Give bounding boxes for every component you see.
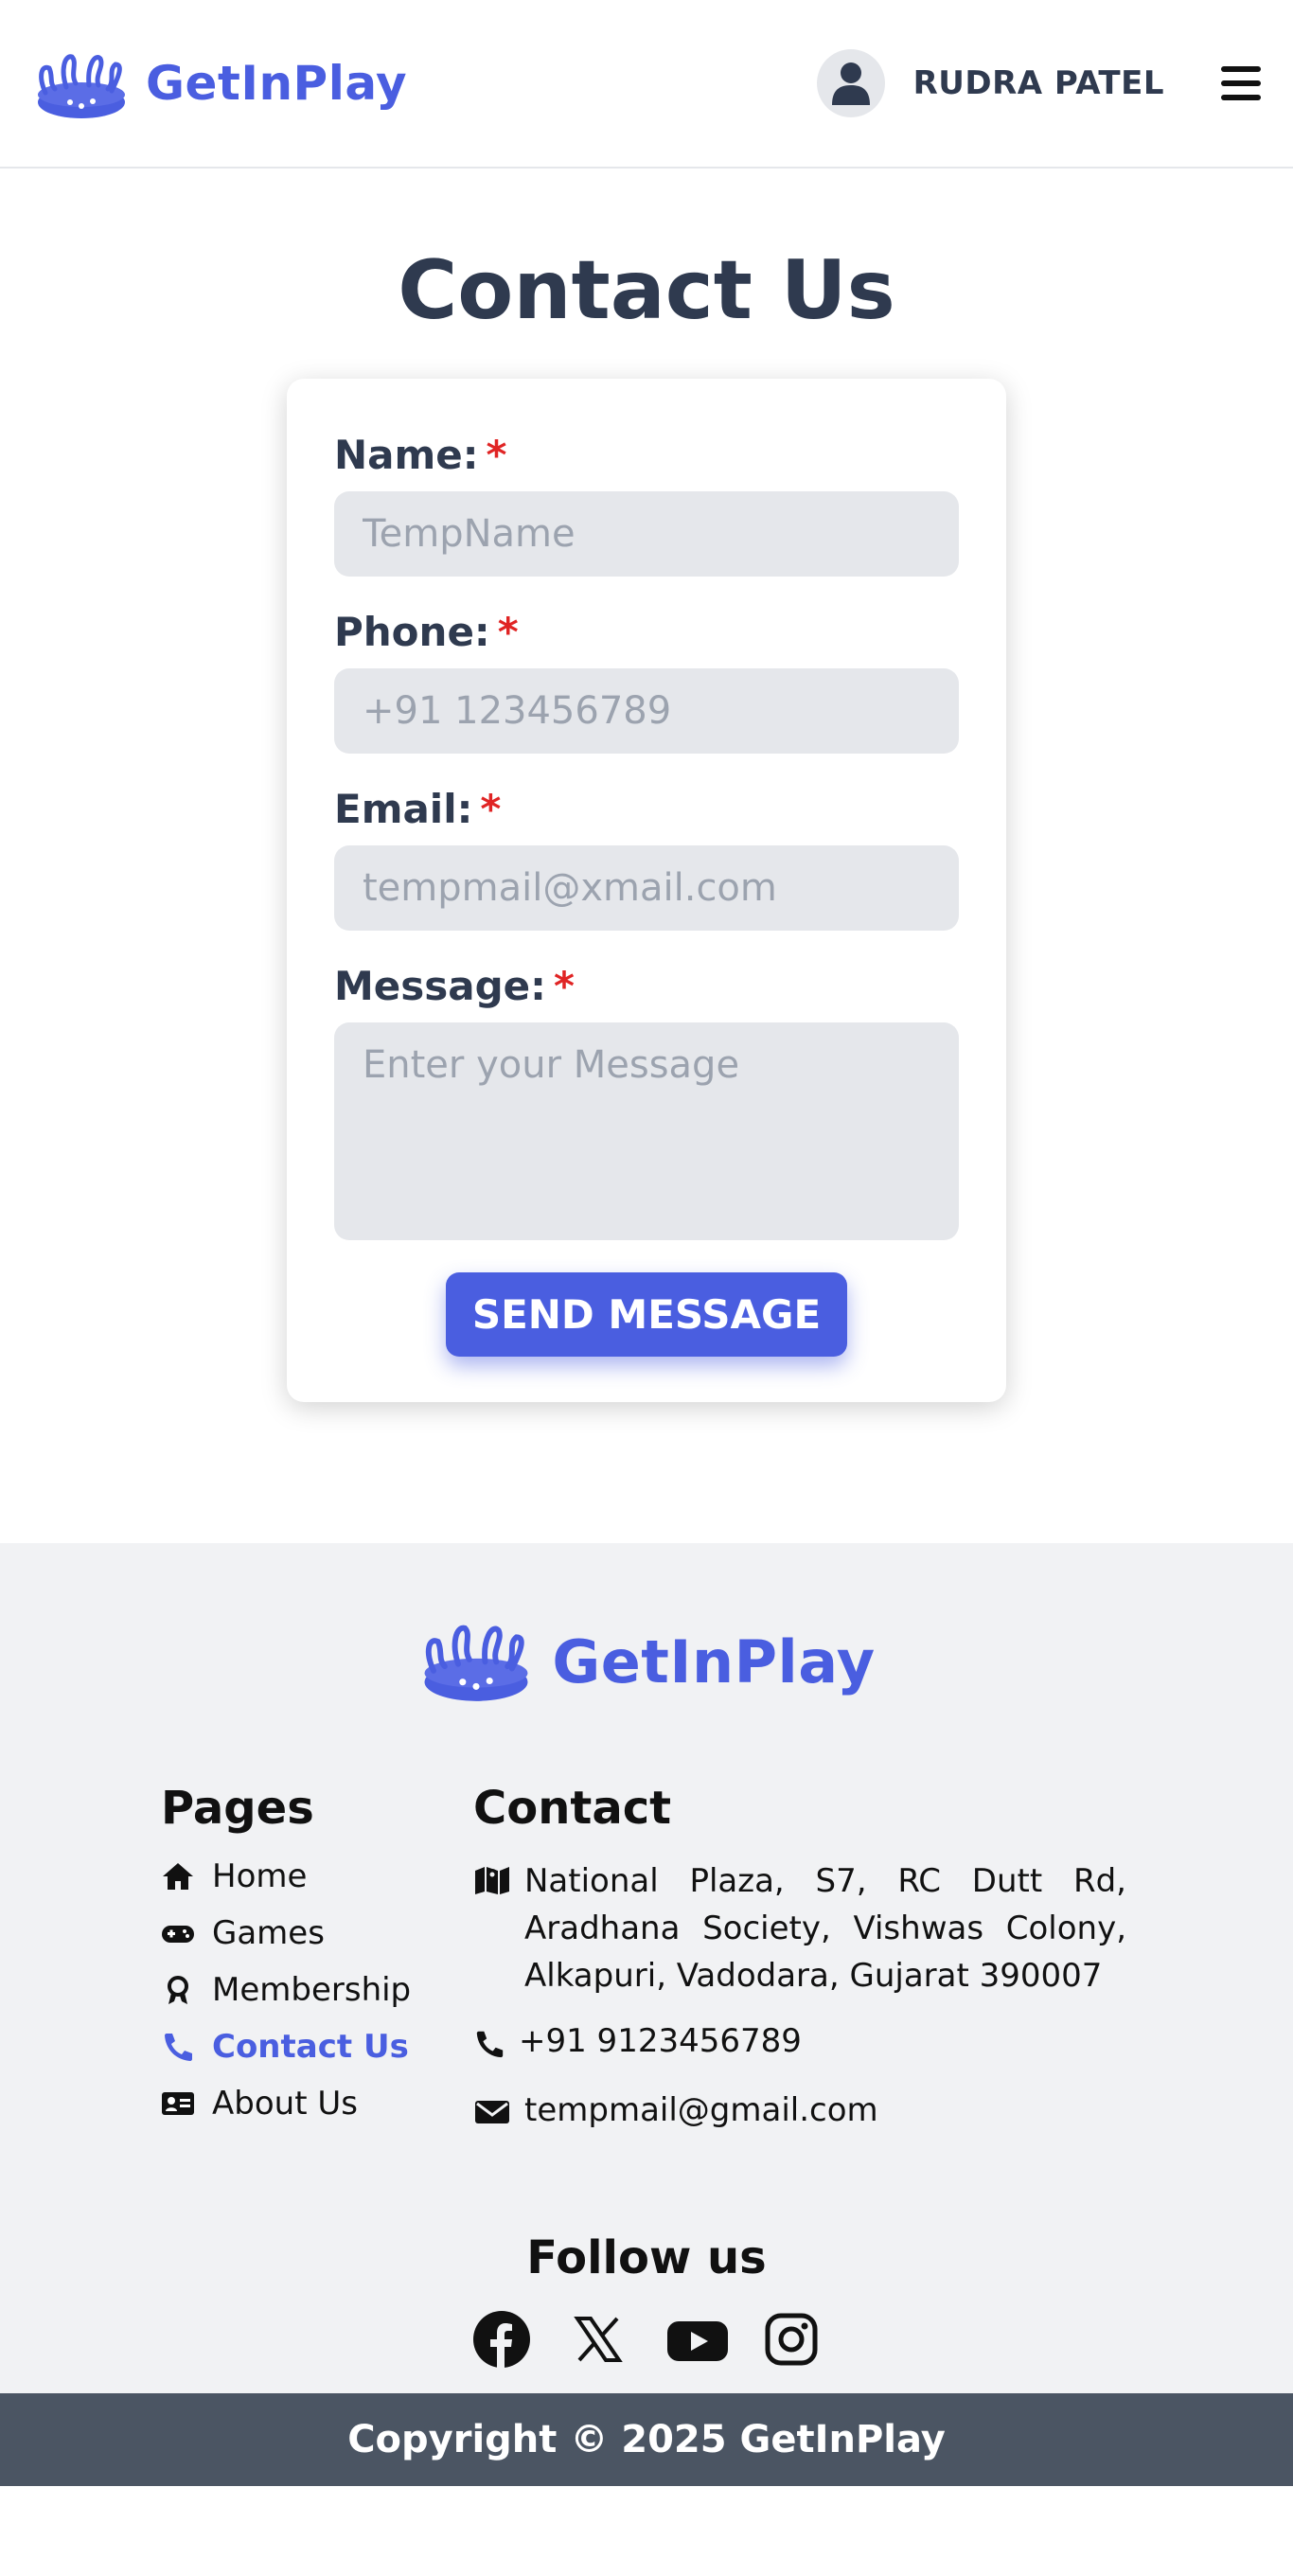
address-text: National Plaza, S7, RC Dutt Rd, Aradhana…: [524, 1862, 1126, 1995]
footer-contact: Contact National Plaza, S7, RC Dutt Rd, …: [473, 1782, 1126, 2158]
site-footer: GetInPlay Pages Home Games Membership Co…: [0, 1543, 1293, 2486]
footer-link-membership[interactable]: Membership: [161, 1971, 473, 2009]
copyright-bar: Copyright © 2025 GetInPlay: [0, 2393, 1293, 2486]
footer-link-about-us[interactable]: About Us: [161, 2085, 473, 2123]
gamepad-icon: [162, 1926, 194, 1943]
phone-row[interactable]: +91 9123456789: [473, 2022, 1126, 2069]
required-mark: *: [480, 786, 502, 832]
address-row: National Plaza, S7, RC Dutt Rd, Aradhana…: [473, 1857, 1126, 1999]
email-row[interactable]: tempmail@gmail.com: [473, 2091, 1126, 2135]
phone-label: Phone: *: [334, 609, 519, 655]
map-marker-icon: [475, 1867, 509, 1894]
footer-brand-name: GetInPlay: [552, 1626, 876, 1697]
email-label: Email: *: [334, 786, 502, 832]
footer-pages: Pages Home Games Membership Contact Us A…: [161, 1782, 473, 2158]
contact-section: Contact Us Name:* Phone:* Email:* Messag…: [0, 169, 1293, 1543]
footer-brand-link[interactable]: GetInPlay: [0, 1617, 1293, 1706]
envelope-icon: [475, 2101, 509, 2123]
copyright-text: Copyright © 2025 GetInPlay: [347, 2418, 946, 2461]
facebook-icon[interactable]: [473, 2311, 530, 2368]
home-icon: [163, 1863, 193, 1890]
name-field[interactable]: [334, 491, 959, 577]
pages-title: Pages: [161, 1782, 314, 1835]
message-field[interactable]: [334, 1022, 959, 1240]
footer-link-home[interactable]: Home: [161, 1857, 473, 1895]
required-mark: *: [497, 609, 519, 655]
send-message-button[interactable]: SEND MESSAGE: [445, 1272, 848, 1357]
footer-link-games[interactable]: Games: [161, 1914, 473, 1952]
x-icon[interactable]: [570, 2311, 627, 2368]
follow-title: Follow us: [526, 2231, 767, 2284]
avatar[interactable]: [816, 49, 885, 117]
email-text: tempmail@gmail.com: [524, 2091, 878, 2129]
page-title: Contact Us: [398, 243, 895, 338]
award-icon: [168, 1976, 188, 2004]
site-header: GetInPlay RUDRA PATEL: [0, 0, 1293, 169]
user-name[interactable]: RUDRA PATEL: [913, 64, 1164, 102]
phone-icon: [165, 2034, 192, 2061]
hamburger-menu-icon[interactable]: [1221, 66, 1261, 100]
phone-text: +91 9123456789: [519, 2022, 802, 2060]
email-field[interactable]: [334, 845, 959, 931]
required-mark: *: [553, 963, 575, 1009]
name-label: Name: *: [334, 432, 507, 478]
id-card-icon: [162, 2092, 194, 2115]
brand-link[interactable]: GetInPlay: [32, 47, 407, 119]
contact-title: Contact: [473, 1782, 672, 1835]
follow-section: Follow us: [0, 2231, 1293, 2368]
brand-name: GetInPlay: [146, 56, 408, 111]
footer-link-contact-us[interactable]: Contact Us: [161, 2028, 473, 2066]
message-label: Message: *: [334, 963, 575, 1009]
youtube-icon[interactable]: [666, 2311, 728, 2368]
logo-icon: [32, 47, 131, 119]
contact-form: Name:* Phone:* Email:* Message:* SEND ME…: [287, 379, 1006, 1402]
phone-icon: [476, 2031, 504, 2058]
user-icon: [831, 62, 870, 105]
instagram-icon[interactable]: [763, 2311, 820, 2368]
logo-icon: [417, 1617, 535, 1706]
phone-field[interactable]: [334, 668, 959, 754]
required-mark: *: [486, 432, 507, 478]
user-menu: RUDRA PATEL: [816, 49, 1261, 117]
